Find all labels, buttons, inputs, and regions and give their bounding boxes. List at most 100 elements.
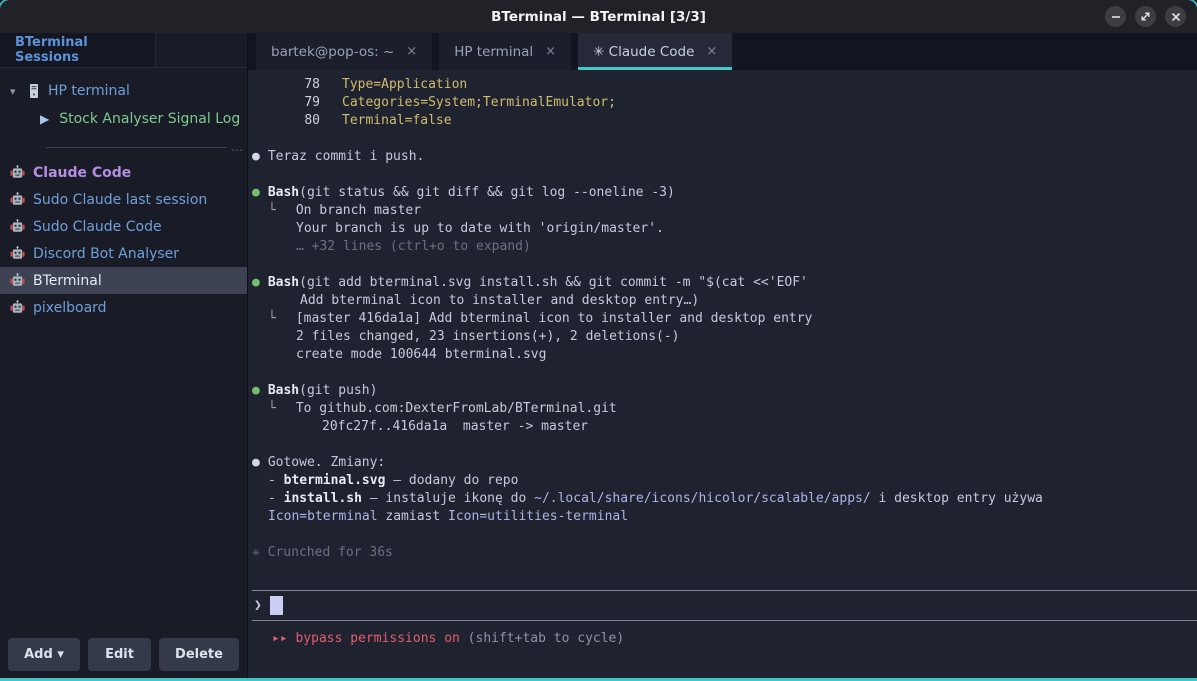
terminal-line: 79Categories=System;TerminalEmulator; [252,94,1197,112]
add-session-button[interactable]: Add ▾ [8,638,80,671]
edit-session-button[interactable]: Edit [88,638,151,671]
tab-close-icon[interactable]: × [706,44,717,59]
tool-output-line: create mode 100644 bterminal.svg [252,346,1197,364]
session-item-sudo-claude-code[interactable]: Sudo Claude Code [0,213,247,240]
chevron-down-icon[interactable]: ▾ [10,85,26,98]
maximize-button[interactable] [1135,6,1156,27]
bullet-icon: ● [252,275,260,290]
terminal-line: 78Type=Application [252,76,1197,94]
bullet-icon: ● [252,185,260,200]
tree-item-hp-terminal[interactable]: ▾ HP terminal [0,77,247,105]
session-label: Discord Bot Analyser [33,246,179,262]
tree-item-label: Stock Analyser Signal Log [59,111,240,127]
tab-label: bartek@pop-os: ~ [271,44,394,60]
window-title: BTerminal — BTerminal [3/3] [0,9,1197,25]
double-arrow-icon: ▸▸ [272,631,288,646]
close-icon [1171,12,1181,22]
terminal-line: 80Terminal=false [252,112,1197,130]
tool-output-line: └To github.com:DexterFromLab/BTerminal.g… [252,400,1197,418]
robot-icon [10,219,25,234]
tool-output-line: └[master 416da1a] Add bterminal icon to … [252,310,1197,328]
tree-item-stock-analyser[interactable]: ▶ Stock Analyser Signal Log [0,105,247,133]
session-label: Sudo Claude last session [33,192,207,208]
robot-icon [10,192,25,207]
close-button[interactable] [1165,6,1186,27]
tool-call-header-cont: Add bterminal icon to installer and desk… [252,292,1197,310]
robot-icon [10,300,25,315]
tree-item-label: HP terminal [48,83,130,99]
connector-icon: └ [268,203,276,218]
robot-icon [10,165,25,180]
session-label: Sudo Claude Code [33,219,162,235]
session-list: Claude Code [0,159,247,321]
bullet-icon: ● [252,383,260,398]
session-item-claude-code[interactable]: Claude Code [0,159,247,186]
session-item-bterminal[interactable]: BTerminal [0,267,247,294]
tab-claude-code[interactable]: ✳ Claude Code × [578,33,732,70]
minimize-button[interactable] [1105,6,1126,27]
bullet-icon: ● [252,455,260,470]
bullet-icon: ● [252,149,260,164]
tool-name: Bash [268,383,299,398]
robot-icon [10,246,25,261]
tab-bar: bartek@pop-os: ~ × HP terminal × ✳ Claud… [248,33,1197,70]
tool-call-block: ● Bash(git status && git diff && git log … [252,184,1197,256]
tab-label: ✳ Claude Code [593,44,694,60]
summary-line: Icon=bterminal zamiast Icon=utilities-te… [252,508,1197,526]
connector-icon: └ [268,311,276,326]
session-tree: ▾ HP terminal ▶ Stock Analyser Signal Lo… [0,68,247,153]
divider-dots: … [231,145,243,149]
prompt-chevron-icon: ❯ [254,597,262,615]
tool-call-block: ●Bash(git add bterminal.svg install.sh &… [252,274,1197,364]
tab-label: HP terminal [454,44,533,60]
window-controls [1105,6,1186,27]
tool-output-line: 2 files changed, 23 insertions(+), 2 del… [252,328,1197,346]
sidebar-spacer [0,321,247,630]
tool-output-line: └On branch master [252,202,1197,220]
prompt-input[interactable]: ❯ [252,590,1197,621]
terminal-output[interactable]: 78Type=Application 79Categories=System;T… [248,70,1197,678]
tool-name: Bash [268,185,299,200]
computer-icon [28,83,40,99]
tool-call-header: ● Bash(git push) [252,382,1197,400]
main-area: bartek@pop-os: ~ × HP terminal × ✳ Claud… [248,33,1197,678]
session-item-discord-bot[interactable]: Discord Bot Analyser [0,240,247,267]
app-window: BTerminal — BTerminal [3/3] [0,0,1197,681]
asterisk-icon: ✳ [252,545,260,560]
tab-close-icon[interactable]: × [545,44,556,59]
connector-icon: └ [268,401,276,416]
text-cursor [270,596,283,615]
session-label: BTerminal [33,273,102,289]
tab-close-icon[interactable]: × [406,44,417,59]
tool-output-line: 20fc27f..416da1a master -> master [252,418,1197,436]
summary-line: ●Gotowe. Zmiany: [252,454,1197,472]
tool-args: (git status && git diff && git log --one… [299,185,675,200]
tab-hp-terminal[interactable]: HP terminal × [439,33,571,70]
session-label: Claude Code [33,165,131,181]
sidebar-header: BTerminal Sessions [0,33,247,68]
robot-icon [10,273,25,288]
delete-session-button[interactable]: Delete [159,638,239,671]
titlebar: BTerminal — BTerminal [3/3] [0,0,1197,33]
expand-hint[interactable]: … +32 lines (ctrl+o to expand) [252,238,1197,256]
session-item-sudo-claude-last[interactable]: Sudo Claude last session [0,186,247,213]
tool-call-header: ●Bash(git add bterminal.svg install.sh &… [252,274,1197,292]
line-number: 80 [252,112,320,130]
line-number: 79 [252,94,320,112]
minimize-icon [1111,12,1121,22]
summary-line: - bterminal.svg — dodany do repo [252,472,1197,490]
line-number: 78 [252,76,320,94]
tool-call-block: ● Bash(git push) └To github.com:DexterFro… [252,382,1197,436]
file-path: ~/.local/share/icons/hicolor/scalable/ap… [534,491,871,506]
maximize-icon [1140,11,1151,22]
assistant-message: ●Teraz commit i push. [252,148,1197,166]
assistant-summary-block: ●Gotowe. Zmiany: - bterminal.svg — dodan… [252,454,1197,526]
tool-output-line: Your branch is up to date with 'origin/m… [252,220,1197,238]
tab-bartek-pop-os[interactable]: bartek@pop-os: ~ × [256,33,432,70]
session-label: pixelboard [33,300,107,316]
tree-divider: … [46,145,243,149]
session-item-pixelboard[interactable]: pixelboard [0,294,247,321]
tool-args: (git push) [299,383,377,398]
sidebar-buttons: Add ▾ Edit Delete [0,630,247,678]
permissions-statusbar[interactable]: ▸▸ bypass permissions on (shift+tab to c… [252,630,1197,648]
